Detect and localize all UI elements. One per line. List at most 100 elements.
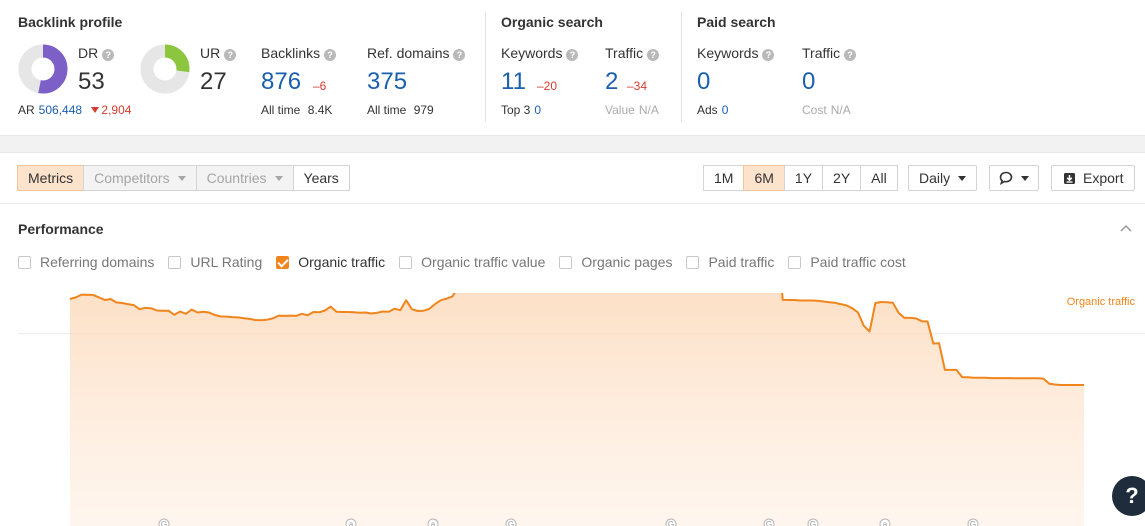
tab-label: Competitors xyxy=(94,170,170,186)
annotation-marker: G xyxy=(807,518,819,526)
paid-ads-label: Ads xyxy=(697,103,718,117)
backlinks-label-wrap: Backlinks? xyxy=(261,45,337,61)
tab-competitors[interactable]: Competitors xyxy=(83,165,197,191)
checkbox-box[interactable] xyxy=(788,255,802,269)
dr-donut-chart xyxy=(18,44,68,94)
annotation-marker: a xyxy=(427,518,439,526)
backlinks-all-time: All time 8.4K xyxy=(261,103,332,117)
section-divider xyxy=(485,12,486,122)
checkbox-organic-traffic-value[interactable]: Organic traffic value xyxy=(399,254,545,270)
section-divider xyxy=(681,12,682,122)
checkbox-paid-traffic-cost[interactable]: Paid traffic cost xyxy=(788,254,906,270)
paid-traffic-label-wrap: Traffic? xyxy=(802,45,857,61)
organic-keywords-value[interactable]: 11 xyxy=(501,68,526,96)
ur-donut-chart xyxy=(140,44,190,94)
divider xyxy=(0,203,1145,204)
help-icon[interactable]: ? xyxy=(844,49,857,61)
checkbox-box[interactable] xyxy=(276,255,290,269)
period-1m-button[interactable]: 1M xyxy=(703,165,745,191)
help-icon[interactable]: ? xyxy=(324,49,337,61)
paid-search-title: Paid search xyxy=(697,14,776,30)
organic-top3: Top 30 xyxy=(501,103,541,117)
organic-traffic-chart[interactable]: Organic traffic 800600400 GaaGGGGaG xyxy=(0,293,1145,526)
ur-value: 27 xyxy=(200,68,227,95)
paid-traffic-value[interactable]: 0 xyxy=(802,68,815,96)
organic-traffic-label: Traffic xyxy=(605,45,644,61)
ar-value[interactable]: 506,448 xyxy=(39,103,82,117)
help-button[interactable]: ? xyxy=(1112,476,1145,516)
help-icon[interactable]: ? xyxy=(762,49,775,61)
export-button[interactable]: Export xyxy=(1051,165,1136,191)
tab-years[interactable]: Years xyxy=(292,165,350,191)
backlinks-all-time-value: 8.4K xyxy=(307,103,333,117)
checkbox-box[interactable] xyxy=(559,255,573,269)
tab-label: Years xyxy=(303,170,339,186)
checkbox-label: Paid traffic xyxy=(708,254,775,270)
organic-traffic-value-row: Value N/A xyxy=(605,103,659,117)
ref-domains-all-time-label: All time xyxy=(367,103,407,117)
paid-ads-value[interactable]: 0 xyxy=(722,103,729,117)
tab-countries[interactable]: Countries xyxy=(195,165,294,191)
checkbox-paid-traffic[interactable]: Paid traffic xyxy=(686,254,774,270)
organic-traffic-value-label: Value xyxy=(605,103,635,117)
help-icon[interactable]: ? xyxy=(102,49,115,61)
tab-label: Countries xyxy=(206,170,267,186)
organic-top3-label: Top 3 xyxy=(501,103,531,117)
dr-label-wrap: DR? xyxy=(78,45,115,61)
performance-title: Performance xyxy=(18,221,104,237)
checkbox-organic-pages[interactable]: Organic pages xyxy=(559,254,672,270)
checkbox-label: Paid traffic cost xyxy=(810,254,906,270)
organic-top3-value[interactable]: 0 xyxy=(534,103,541,117)
period-6m-button[interactable]: 6M xyxy=(743,165,785,191)
tab-metrics[interactable]: Metrics xyxy=(17,165,85,191)
y-axis-label: Organic traffic xyxy=(1067,296,1136,308)
paid-keywords-label-wrap: Keywords? xyxy=(697,45,775,61)
help-icon[interactable]: ? xyxy=(566,49,579,61)
period-1y-button[interactable]: 1Y xyxy=(783,165,824,191)
paid-cost-row: Cost N/A xyxy=(802,103,851,117)
organic-traffic-label-wrap: Traffic? xyxy=(605,45,660,61)
backlinks-label: Backlinks xyxy=(261,45,321,61)
checkbox-referring-domains[interactable]: Referring domains xyxy=(18,254,154,270)
checkbox-organic-traffic[interactable]: Organic traffic xyxy=(276,254,385,270)
backlinks-all-time-label: All time xyxy=(261,103,301,117)
annotations-dropdown[interactable] xyxy=(989,165,1039,191)
annotation-marker: a xyxy=(345,518,357,526)
interval-dropdown[interactable]: Daily xyxy=(908,165,978,191)
paid-ads: Ads 0 xyxy=(697,103,728,117)
period-all-button[interactable]: All xyxy=(860,165,898,191)
view-tabs: Metrics Competitors Countries Years xyxy=(17,165,350,191)
paid-cost-value: N/A xyxy=(830,103,851,117)
help-icon[interactable]: ? xyxy=(647,49,660,61)
organic-keywords-delta: –20 xyxy=(537,79,558,93)
ur-label-wrap: UR? xyxy=(200,45,237,61)
svg-text:a: a xyxy=(349,520,354,526)
organic-traffic-area xyxy=(70,293,1084,526)
period-2y-button[interactable]: 2Y xyxy=(822,165,862,191)
paid-keywords-value[interactable]: 0 xyxy=(697,68,710,96)
ref-domains-all-time: All time 979 xyxy=(367,103,434,117)
annotation-marker: G xyxy=(505,518,517,526)
comment-icon xyxy=(999,171,1013,186)
checkbox-box[interactable] xyxy=(686,255,700,269)
metrics-summary: Backlink profile DR? 53 UR? 27 AR 506,448… xyxy=(0,0,1145,136)
svg-text:a: a xyxy=(883,520,888,526)
checkbox-box[interactable] xyxy=(399,255,413,269)
chevron-down-icon xyxy=(274,176,283,181)
chevron-up-icon[interactable] xyxy=(1120,223,1132,233)
checkbox-box[interactable] xyxy=(168,255,182,269)
organic-keywords-label-wrap: Keywords? xyxy=(501,45,579,61)
annotation-marker: G xyxy=(967,518,979,526)
help-icon[interactable]: ? xyxy=(453,49,466,61)
organic-traffic-value[interactable]: 2 xyxy=(605,68,618,96)
interval-value: Daily xyxy=(919,170,951,186)
svg-text:a: a xyxy=(431,520,436,526)
ref-domains-value[interactable]: 375 xyxy=(367,68,407,96)
checkbox-url-rating[interactable]: URL Rating xyxy=(168,254,262,270)
backlinks-value[interactable]: 876 xyxy=(261,68,301,96)
help-icon[interactable]: ? xyxy=(224,49,237,61)
ar-delta: 2,904 xyxy=(91,103,131,117)
download-icon xyxy=(1064,173,1075,184)
checkbox-box[interactable] xyxy=(18,255,31,269)
paid-cost-label: Cost xyxy=(802,103,827,117)
